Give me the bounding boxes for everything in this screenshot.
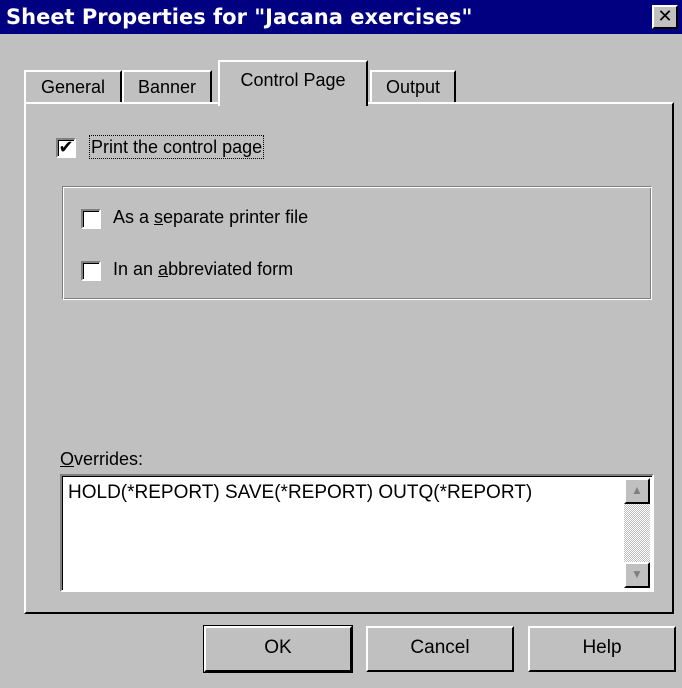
overrides-label: Overrides:: [60, 448, 143, 470]
print-control-page-label[interactable]: Print the control page: [88, 135, 265, 159]
tab-general[interactable]: General: [24, 70, 122, 104]
print-control-page-text: Print the control page: [91, 137, 263, 157]
separate-printer-file-mnemonic: s: [154, 207, 164, 227]
check-icon: ✔: [58, 137, 74, 158]
overrides-value: HOLD(*REPORT) SAVE(*REPORT) OUTQ(*REPORT…: [68, 482, 533, 503]
overrides-textarea[interactable]: HOLD(*REPORT) SAVE(*REPORT) OUTQ(*REPORT…: [60, 474, 654, 592]
tab-control-page-label: Control Page: [240, 70, 346, 90]
scroll-up-icon: ▲: [631, 483, 643, 497]
tab-output-label: Output: [385, 77, 441, 97]
scroll-down-button[interactable]: ▼: [624, 562, 650, 588]
separate-printer-file-checkbox[interactable]: [81, 209, 101, 229]
abbreviated-form-text-b: bbreviated form: [168, 259, 294, 279]
window-title: Sheet Properties for "Jacana exercises": [6, 5, 473, 29]
separate-printer-file-text-b: eparate printer file: [163, 207, 309, 227]
print-control-page-checkbox[interactable]: ✔: [56, 138, 76, 158]
sheet-properties-dialog: Sheet Properties for "Jacana exercises" …: [0, 0, 682, 688]
control-page-panel: ✔ Print the control page As a separate p…: [24, 102, 674, 614]
ok-button[interactable]: OK: [203, 625, 353, 673]
separate-printer-file-label[interactable]: As a separate printer file: [113, 206, 308, 228]
overrides-scrollbar[interactable]: ▲ ▼: [624, 478, 650, 588]
overrides-label-text: verrides:: [74, 449, 144, 469]
help-button-label: Help: [582, 637, 622, 658]
tab-banner[interactable]: Banner: [122, 70, 212, 104]
tab-banner-label: Banner: [137, 77, 197, 97]
overrides-mnemonic: O: [60, 449, 75, 469]
scroll-down-icon: ▼: [631, 567, 643, 581]
abbreviated-form-checkbox[interactable]: [81, 261, 101, 281]
abbreviated-form-mnemonic: a: [158, 259, 169, 279]
cancel-button-label: Cancel: [410, 637, 470, 658]
close-button[interactable]: ✕: [652, 5, 678, 29]
tab-control-page[interactable]: Control Page: [218, 60, 368, 106]
close-icon: ✕: [657, 6, 673, 27]
control-page-options-group: As a separate printer file In an abbrevi…: [62, 186, 652, 300]
abbreviated-form-label[interactable]: In an abbreviated form: [113, 258, 293, 280]
ok-button-label: OK: [264, 637, 292, 658]
title-bar[interactable]: Sheet Properties for "Jacana exercises" …: [0, 0, 682, 34]
help-button[interactable]: Help: [528, 626, 676, 672]
cancel-button[interactable]: Cancel: [366, 626, 514, 672]
scroll-up-button[interactable]: ▲: [624, 478, 650, 504]
separate-printer-file-text-a: As a: [113, 207, 155, 227]
tab-output[interactable]: Output: [370, 70, 456, 104]
abbreviated-form-text-a: In an: [113, 259, 159, 279]
tab-general-label: General: [40, 77, 106, 97]
